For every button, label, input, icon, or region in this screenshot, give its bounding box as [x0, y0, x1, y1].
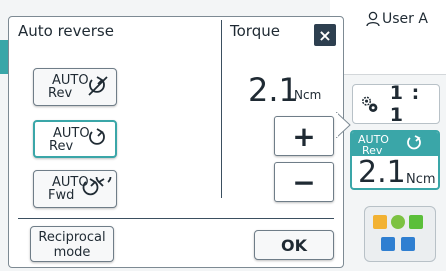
rev-arrow-icon — [89, 128, 105, 145]
auto-reverse-title: Auto reverse — [18, 22, 114, 40]
auto-rev-card-unit: Ncm — [406, 172, 436, 187]
reciprocal-label-line1: Reciprocal — [38, 230, 106, 245]
torque-value: 2.1 — [248, 71, 299, 109]
close-button[interactable]: × — [314, 24, 336, 46]
torque-title: Torque — [230, 22, 280, 40]
user-button[interactable]: User A — [366, 8, 428, 30]
auto-fwd-line2: Fwd — [48, 188, 75, 203]
timer-icon — [391, 215, 405, 229]
status-icons-panel[interactable] — [364, 206, 436, 262]
auto-rev-card[interactable]: AUTO Rev 2.1 Ncm — [350, 130, 440, 190]
plus-icon: + — [292, 119, 316, 153]
torque-unit: Ncm — [294, 88, 322, 102]
reciprocal-mode-button[interactable]: Reciprocal mode — [30, 226, 114, 262]
spray-icon — [409, 215, 423, 229]
dialog-pointer — [336, 112, 351, 138]
horizontal-divider — [18, 218, 334, 219]
auto-rev-off-line2: Rev — [48, 86, 73, 101]
reciprocal-label-line2: mode — [53, 245, 91, 260]
auto-rev-off-button[interactable]: AUTO Rev — [33, 68, 117, 106]
rev-off-icon — [88, 76, 108, 96]
vertical-divider — [221, 20, 222, 198]
minus-icon: − — [292, 165, 316, 199]
rev-arrow-icon — [407, 135, 421, 150]
direction-icon — [401, 237, 415, 251]
auto-rev-card-header: AUTO Rev — [352, 132, 438, 156]
gear-ratio-button[interactable]: 1 : 1 — [352, 82, 440, 126]
auto-rev-button[interactable]: AUTO Rev — [33, 120, 117, 158]
auto-rev-card-value: 2.1 — [358, 155, 406, 190]
ok-label: OK — [281, 235, 307, 255]
ok-button[interactable]: OK — [254, 230, 334, 260]
lamp-icon — [373, 215, 387, 229]
torque-decrease-button[interactable]: − — [274, 162, 334, 202]
auto-fwd-button[interactable]: AUTO Fwd — [33, 170, 117, 208]
person-icon — [366, 11, 380, 27]
torque-increase-button[interactable]: + — [274, 116, 334, 156]
auto-rev-line2: Rev — [49, 139, 74, 154]
fwd-arrow-icon — [82, 177, 112, 196]
close-icon: × — [318, 25, 332, 45]
user-label: User A — [382, 11, 428, 27]
handpiece-icon — [381, 237, 395, 251]
gear-ratio-value: 1 : 1 — [389, 82, 421, 126]
gear-icon — [362, 96, 378, 113]
